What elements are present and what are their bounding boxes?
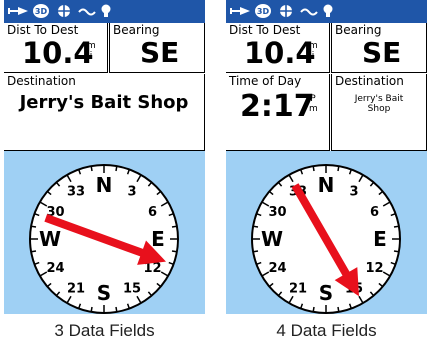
compass-tick (252, 225, 259, 228)
field-value-line2: Shop (367, 104, 391, 114)
status-bar: 3D (226, 0, 427, 23)
compass-tick (312, 165, 315, 172)
unit-top: m (309, 41, 318, 51)
compass-tick (171, 225, 178, 228)
unit-bottom: i (89, 51, 93, 61)
compass-label-15: 15 (123, 282, 141, 297)
caption-4-fields: 4 Data Fields (276, 321, 377, 340)
field-destination[interactable]: Destination Jerry's Bait Shop (4, 74, 205, 151)
compass-label-s: S (97, 281, 111, 305)
compass: N36E1215S2124W3033 (251, 164, 401, 314)
status-bar: 3D (4, 0, 205, 23)
data-fields: Dist To Dest 10.4 m i Bearing SE Time of… (226, 23, 427, 151)
unit-bottom: i (311, 51, 315, 61)
compass-tick (393, 250, 400, 253)
wave-icon (300, 8, 318, 16)
compass: N36E1215S2124W3033 (29, 164, 179, 314)
compass-tick (30, 225, 37, 228)
svg-text:3D: 3D (257, 7, 270, 16)
compass-label-6: 6 (148, 205, 157, 220)
field-time-of-day[interactable]: Time of Day 2:17 P m (226, 74, 330, 151)
compass-label-n: N (318, 173, 335, 197)
field-bearing[interactable]: Bearing SE (109, 23, 205, 73)
data-fields: Dist To Dest 10.4 m i Bearing SE Destina… (4, 23, 205, 151)
compass-label-s: S (319, 281, 333, 305)
unit-top: P (310, 94, 316, 104)
compass-tick (115, 306, 118, 313)
compass-label-w: W (39, 227, 61, 251)
compass-label-3: 3 (349, 185, 358, 200)
field-bearing[interactable]: Bearing SE (331, 23, 427, 73)
compass-tick (90, 306, 93, 313)
bulb-icon (323, 4, 333, 17)
compass-label-3: 3 (127, 185, 136, 200)
compass-label-n: N (96, 173, 113, 197)
track-log-icon (230, 7, 250, 15)
3d-satellite-icon: 3D (255, 4, 271, 18)
field-destination[interactable]: Destination Jerry's Bait Shop (331, 74, 427, 151)
track-log-icon (8, 7, 28, 15)
gps-screen-4-fields: 3D Dist To Dest 10.4 m i Bearing SE Time… (226, 0, 427, 314)
compass-tick (393, 225, 400, 228)
compass-tick (337, 165, 340, 172)
compass-tick (252, 250, 259, 253)
3d-satellite-icon: 3D (33, 4, 49, 18)
compass-label-30: 30 (268, 205, 286, 220)
compass-label-e: E (373, 227, 387, 251)
field-label: Destination (7, 74, 76, 88)
compass-label-21: 21 (289, 282, 307, 297)
compass-label-21: 21 (67, 282, 85, 297)
gps-target-icon (278, 3, 294, 19)
compass-tick (30, 250, 37, 253)
bulb-icon (101, 4, 111, 17)
gps-target-icon (56, 3, 72, 19)
gps-screen-3-fields: 3D Dist To Dest 10.4 m i Bearing SE Dest… (4, 0, 205, 314)
field-value: Jerry's Bait Shop (19, 92, 189, 113)
field-value: 10.4 (244, 36, 316, 70)
compass-label-33: 33 (67, 185, 85, 200)
field-value-line1: Jerry's Bait (354, 94, 404, 104)
compass-label-e: E (151, 227, 165, 251)
svg-text:3D: 3D (35, 7, 48, 16)
field-dist-to-dest[interactable]: Dist To Dest 10.4 m i (4, 23, 108, 73)
compass-tick (115, 165, 118, 172)
caption-3-fields: 3 Data Fields (54, 321, 155, 340)
compass-label-24: 24 (46, 261, 64, 276)
compass-label-w: W (261, 227, 283, 251)
compass-tick (337, 306, 340, 313)
compass-tick (171, 250, 178, 253)
wave-icon (78, 8, 96, 16)
compass-label-24: 24 (268, 261, 286, 276)
compass-label-6: 6 (370, 205, 379, 220)
compass-tick (312, 306, 315, 313)
unit-bottom: m (309, 104, 318, 114)
unit-top: m (87, 41, 96, 51)
status-icons: 3D (230, 3, 333, 19)
compass-tick (90, 165, 93, 172)
field-value: SE (362, 36, 402, 69)
status-icons: 3D (8, 3, 111, 19)
field-label: Time of Day (229, 74, 302, 88)
field-dist-to-dest[interactable]: Dist To Dest 10.4 m i (226, 23, 330, 73)
field-value: 10.4 (22, 36, 94, 70)
field-value: SE (140, 36, 180, 69)
field-value: 2:17 (240, 89, 315, 124)
compass-label-12: 12 (365, 261, 383, 276)
field-label: Destination (335, 74, 404, 88)
